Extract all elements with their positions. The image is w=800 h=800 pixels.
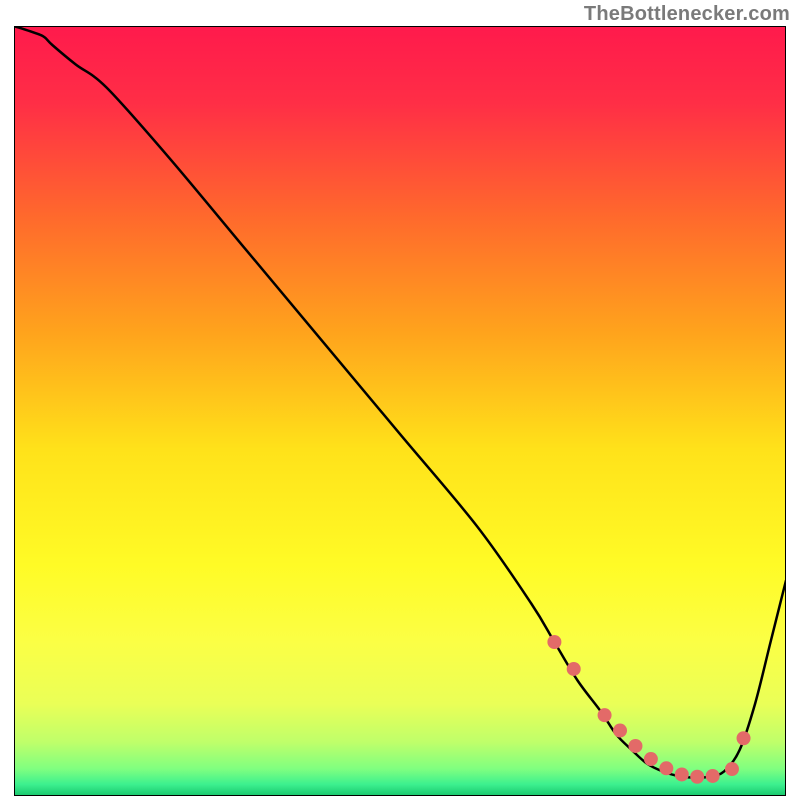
marker-dot — [659, 761, 673, 775]
marker-dot — [725, 762, 739, 776]
chart-stage: TheBottlenecker.com — [0, 0, 800, 800]
bottleneck-chart — [14, 26, 786, 796]
marker-dot — [567, 662, 581, 676]
marker-dot — [598, 708, 612, 722]
attribution-label: TheBottlenecker.com — [584, 3, 790, 26]
marker-dot — [737, 731, 751, 745]
marker-dot — [613, 724, 627, 738]
marker-dot — [675, 767, 689, 781]
marker-dot — [628, 739, 642, 753]
marker-dot — [706, 769, 720, 783]
marker-dot — [690, 770, 704, 784]
marker-dot — [547, 635, 561, 649]
gradient-background — [14, 26, 786, 796]
marker-dot — [644, 752, 658, 766]
